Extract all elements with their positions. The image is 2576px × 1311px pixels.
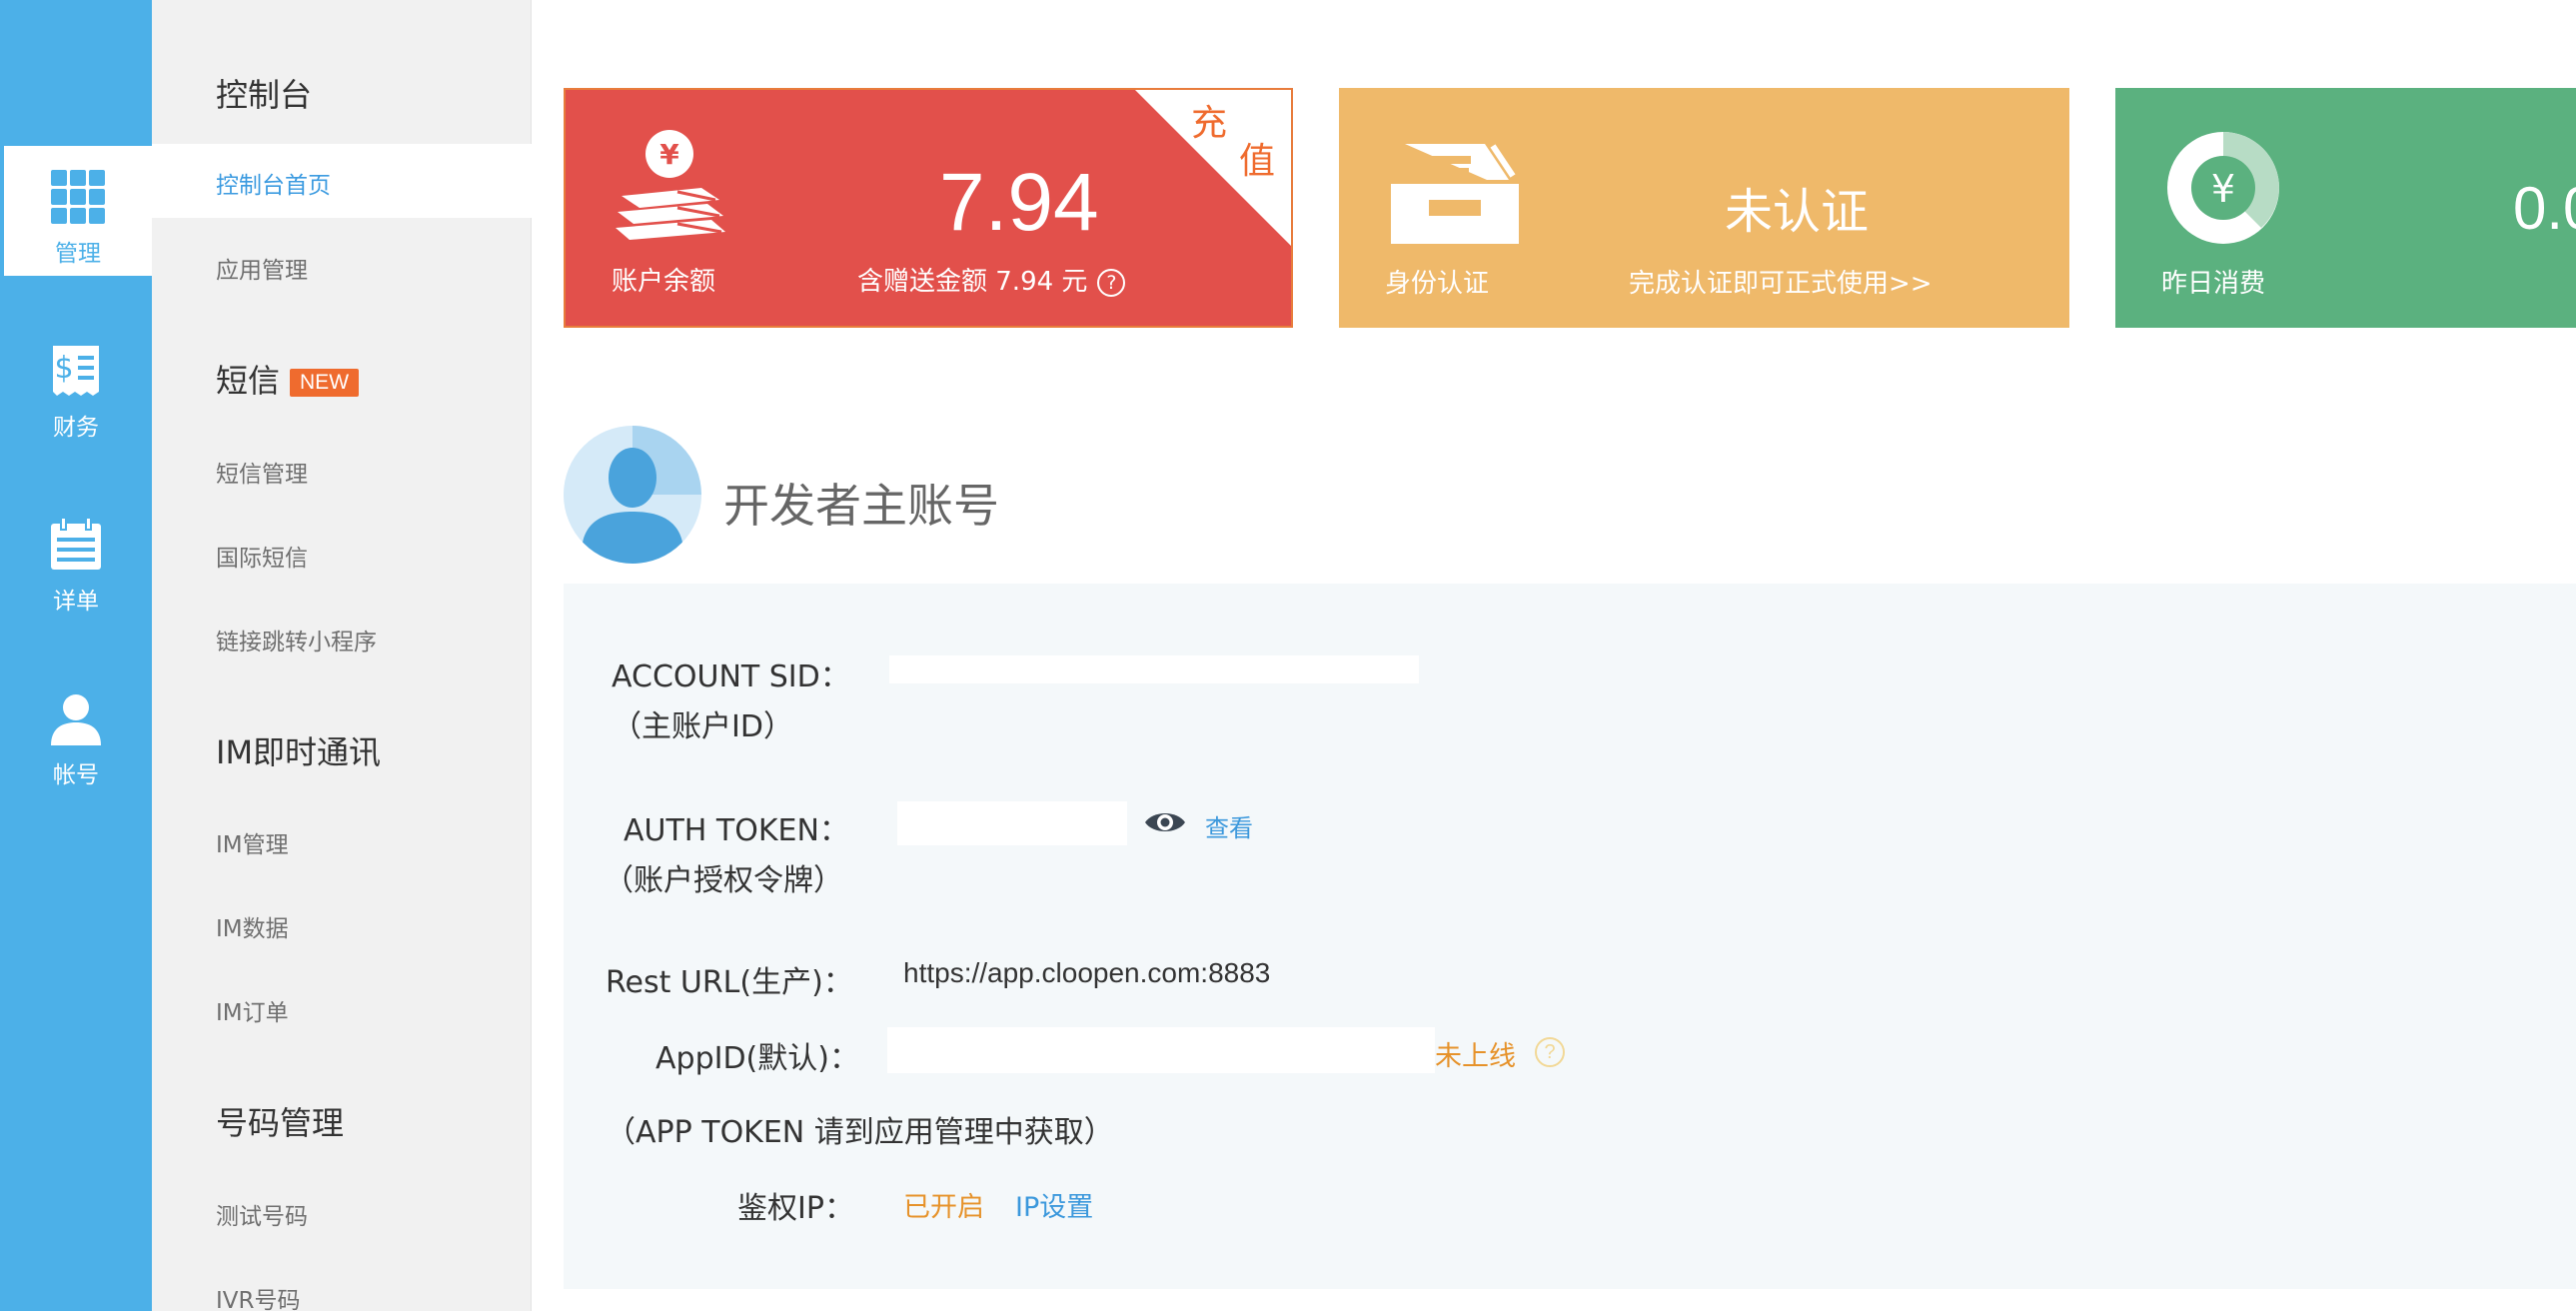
- auth-ip-status: 已开启: [903, 1192, 984, 1223]
- help-icon: ?: [1535, 1037, 1565, 1067]
- menu-section-sms: 短信 NEW: [216, 356, 360, 402]
- yuan-donut-icon: ¥: [2167, 132, 2279, 244]
- rest-url-value: https://app.cloopen.com:8883: [903, 957, 1271, 988]
- auth-token-value: [897, 801, 1127, 845]
- user-icon: [51, 694, 101, 745]
- recharge-corner-button[interactable]: 充 值: [1133, 90, 1291, 248]
- menu-section-console: 控制台: [216, 76, 313, 114]
- svg-text:¥: ¥: [2211, 167, 2235, 211]
- menu-item-im-data[interactable]: IM数据: [216, 909, 289, 943]
- menu-section-numbers: 号码管理: [216, 1104, 345, 1142]
- appid-label: AppID(默认)：: [655, 1041, 859, 1076]
- eye-icon[interactable]: [1143, 807, 1187, 837]
- appid-help[interactable]: ?: [1535, 1033, 1565, 1067]
- calendar-list-icon: [51, 517, 101, 570]
- menu-section-label: 短信: [216, 362, 281, 400]
- auth-token-label: AUTH TOKEN：: [624, 813, 849, 848]
- secondary-menu: 控制台 控制台首页 应用管理 短信 NEW 短信管理 国际短信 链接跳转小程序 I…: [152, 0, 532, 1311]
- menu-item-app-management[interactable]: 应用管理: [216, 251, 308, 285]
- menu-section-im: IM即时通讯: [216, 733, 382, 771]
- yesterday-label: 昨日消费: [2161, 269, 2266, 299]
- recharge-label-1: 充: [1191, 103, 1228, 144]
- menu-item-ivr-numbers[interactable]: IVR号码: [216, 1281, 301, 1311]
- auth-token-sublabel: （账户授权令牌）: [604, 863, 843, 898]
- new-badge: NEW: [290, 369, 360, 397]
- balance-label: 账户余额: [612, 267, 716, 297]
- menu-item-test-numbers[interactable]: 测试号码: [216, 1197, 308, 1231]
- help-icon[interactable]: ?: [1097, 268, 1126, 297]
- money-stack-icon: ¥: [616, 130, 725, 240]
- identity-card[interactable]: 身份认证 未认证 完成认证即可正式使用>>: [1339, 88, 2069, 328]
- grid-icon: [51, 170, 105, 224]
- rail-item-finance[interactable]: $ 财务: [0, 320, 152, 450]
- page-title: 开发者主账号: [723, 479, 999, 533]
- main-nav-rail: 管理 $ 财务 详单 帐号: [0, 0, 152, 1311]
- appid-status: 未上线: [1435, 1041, 1516, 1072]
- auth-ip-label: 鉴权IP：: [737, 1191, 854, 1226]
- yesterday-amount: 0.0: [2513, 175, 2576, 242]
- menu-item-link-miniprogram[interactable]: 链接跳转小程序: [216, 623, 377, 656]
- menu-item-im-management[interactable]: IM管理: [216, 825, 289, 859]
- recharge-label-2: 值: [1239, 141, 1276, 182]
- rail-item-account[interactable]: 帐号: [0, 667, 152, 797]
- rail-item-details[interactable]: 详单: [0, 494, 152, 624]
- view-token-link[interactable]: 查看: [1205, 808, 1253, 843]
- account-info-panel: ACCOUNT SID： （主账户ID） AUTH TOKEN： （账户授权令牌…: [564, 584, 2576, 1289]
- account-sid-sublabel: （主账户ID）: [612, 709, 793, 744]
- avatar: [564, 426, 701, 564]
- identity-label: 身份认证: [1385, 269, 1490, 299]
- balance-card: ¥ 账户余额 7.94 含赠送金额 7.94 元? 充 值: [564, 88, 1293, 328]
- finance-receipt-icon: $: [53, 346, 99, 396]
- menu-item-intl-sms[interactable]: 国际短信: [216, 539, 308, 573]
- rail-item-label: 财务: [53, 415, 99, 441]
- bonus-amount-text: 含赠送金额 7.94 元?: [857, 261, 1126, 298]
- menu-item-im-orders[interactable]: IM订单: [216, 993, 289, 1027]
- rail-item-label: 详单: [53, 589, 99, 615]
- identity-status: 未认证: [1725, 184, 1870, 240]
- svg-text:¥: ¥: [659, 138, 679, 171]
- rail-item-manage[interactable]: 管理: [4, 146, 152, 276]
- menu-item-console-home[interactable]: 控制台首页: [152, 144, 532, 218]
- svg-text:$: $: [54, 351, 73, 386]
- menu-item-sms-management[interactable]: 短信管理: [216, 455, 308, 489]
- rail-item-label: 管理: [55, 241, 101, 267]
- bonus-amount-label: 含赠送金额 7.94 元: [857, 267, 1088, 297]
- appid-value: [887, 1027, 1435, 1073]
- menu-item-label: 控制台首页: [216, 173, 331, 199]
- identity-link[interactable]: 完成认证即可正式使用>>: [1629, 263, 1932, 300]
- user-silhouette-icon: [564, 426, 701, 564]
- ip-settings-link[interactable]: IP设置: [1015, 1185, 1093, 1224]
- balance-amount: 7.94: [939, 157, 1099, 248]
- account-sid-value: [889, 656, 1419, 683]
- id-card-reader-icon: [1391, 144, 1519, 244]
- yesterday-consumption-card: ¥ 昨日消费 0.0: [2115, 88, 2576, 328]
- account-sid-label: ACCOUNT SID：: [612, 659, 850, 694]
- rail-item-label: 帐号: [53, 762, 99, 788]
- app-token-note: （APP TOKEN 请到应用管理中获取）: [606, 1115, 1114, 1150]
- rest-url-label: Rest URL(生产)：: [606, 965, 853, 1000]
